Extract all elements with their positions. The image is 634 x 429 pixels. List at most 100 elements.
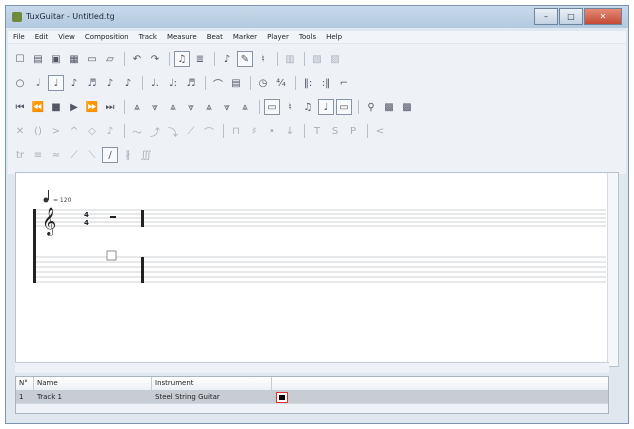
popping-icon[interactable]: S xyxy=(327,123,343,139)
fade-in-icon[interactable]: P xyxy=(345,123,361,139)
score-editor[interactable]: = 120 𝄞 4 4 xyxy=(15,172,619,367)
double-dotted-icon[interactable]: ♩: xyxy=(165,75,181,91)
save-as-icon[interactable]: ▦ xyxy=(66,51,82,67)
eighth-note-icon[interactable]: ♪ xyxy=(66,75,82,91)
menu-player[interactable]: Player xyxy=(262,31,294,43)
mp-icon[interactable]: ⩔ xyxy=(183,99,199,115)
repeat-open-icon[interactable]: ‖: xyxy=(300,75,316,91)
score-view-icon[interactable]: ♫ xyxy=(174,51,190,67)
save-icon[interactable]: ▣ xyxy=(48,51,64,67)
harmonic-icon[interactable]: ◇ xyxy=(84,123,100,139)
transport-icon[interactable]: ▭ xyxy=(264,99,280,115)
p-icon[interactable]: ⩓ xyxy=(165,99,181,115)
menu-marker[interactable]: Marker xyxy=(228,31,262,43)
slide-down-icon[interactable]: ⟍ xyxy=(84,147,100,163)
tuner-icon[interactable]: ▭ xyxy=(336,99,352,115)
pencil-icon[interactable]: ✎ xyxy=(237,51,253,67)
header-instrument[interactable]: Instrument xyxy=(152,377,272,390)
score-horizontal-scrollbar[interactable] xyxy=(15,362,609,373)
tapping-icon[interactable]: ↓ xyxy=(282,123,298,139)
settings-icon[interactable]: ▩ xyxy=(381,99,397,115)
header-name[interactable]: Name xyxy=(34,377,152,390)
staccato-icon[interactable]: • xyxy=(264,123,280,139)
ff-icon[interactable]: ⩓ xyxy=(237,99,253,115)
edit-mode-icon[interactable]: ♪ xyxy=(219,51,235,67)
quarter-note-icon[interactable]: ♩ xyxy=(48,75,64,91)
mf-icon[interactable]: ⩓ xyxy=(201,99,217,115)
accent-icon[interactable]: > xyxy=(48,123,64,139)
whole-note-icon[interactable]: ○ xyxy=(12,75,28,91)
vibrato-icon[interactable]: 〜 xyxy=(129,123,145,139)
maximize-button[interactable]: □ xyxy=(559,8,583,25)
time-signature-icon[interactable]: ⁴⁄₄ xyxy=(273,75,289,91)
menu-beat[interactable]: Beat xyxy=(202,31,228,43)
trill-icon[interactable]: tr xyxy=(12,147,28,163)
track-color-swatch[interactable] xyxy=(276,392,288,403)
heavy-accent-icon[interactable]: ^ xyxy=(66,123,82,139)
palm-mute-icon[interactable]: ♯ xyxy=(246,123,262,139)
score-vertical-scrollbar[interactable] xyxy=(607,173,618,366)
undo-icon[interactable]: ↶ xyxy=(129,51,145,67)
menu-help[interactable]: Help xyxy=(321,31,347,43)
legato-icon[interactable]: / xyxy=(102,147,118,163)
fingering-icon[interactable]: ∦ xyxy=(120,147,136,163)
hammer-icon[interactable]: ⌒ xyxy=(201,123,217,139)
slapping-icon[interactable]: T xyxy=(309,123,325,139)
half-note-icon[interactable]: 𝅗𝅥 xyxy=(30,75,46,91)
close-button[interactable]: ✕ xyxy=(584,8,622,25)
dynamic-icon[interactable]: ▤ xyxy=(228,75,244,91)
alternate-ending-icon[interactable]: ⌐ xyxy=(336,75,352,91)
let-ring-icon[interactable]: ⊓ xyxy=(228,123,244,139)
fretboard-icon[interactable]: ▨ xyxy=(327,51,343,67)
mixer-icon[interactable]: ♩ xyxy=(318,99,334,115)
ghost-note-icon[interactable]: () xyxy=(30,123,46,139)
slide-up-icon[interactable]: ⟋ xyxy=(66,147,82,163)
menu-track[interactable]: Track xyxy=(134,31,162,43)
fade-icon[interactable]: ⩓ xyxy=(129,99,145,115)
tie-icon[interactable]: ⌒ xyxy=(210,75,226,91)
dead-note-icon[interactable]: ✕ xyxy=(12,123,28,139)
menu-view[interactable]: View xyxy=(53,31,80,43)
menu-file[interactable]: File xyxy=(8,31,30,43)
minimize-button[interactable]: – xyxy=(534,8,558,25)
tremolo-picking-icon[interactable]: ≡ xyxy=(30,147,46,163)
prev-icon[interactable]: ⏪ xyxy=(30,99,46,115)
transpose-icon[interactable]: ♮ xyxy=(255,51,271,67)
table-horizontal-scrollbar[interactable] xyxy=(16,403,608,413)
new-icon[interactable]: ☐ xyxy=(12,51,28,67)
redo-icon[interactable]: ↷ xyxy=(147,51,163,67)
tuplet-icon[interactable]: ♬ xyxy=(183,75,199,91)
layout-icon[interactable]: ▥ xyxy=(282,51,298,67)
ruler-icon[interactable]: ▧ xyxy=(309,51,325,67)
next-icon[interactable]: ⏩ xyxy=(84,99,100,115)
menu-tools[interactable]: Tools xyxy=(294,31,321,43)
header-number[interactable]: N° xyxy=(16,377,34,390)
menu-composition[interactable]: Composition xyxy=(80,31,134,43)
first-icon[interactable]: ⏮ xyxy=(12,99,28,115)
slide-icon[interactable]: ⟋ xyxy=(183,123,199,139)
sixtyfourth-note-icon[interactable]: ♪ xyxy=(120,75,136,91)
tab-view-icon[interactable]: ≣ xyxy=(192,51,208,67)
f-icon[interactable]: ⩔ xyxy=(219,99,235,115)
microphone-icon[interactable]: ⚲ xyxy=(363,99,379,115)
repeat-close-icon[interactable]: :‖ xyxy=(318,75,334,91)
print-icon[interactable]: ▭ xyxy=(84,51,100,67)
play-icon[interactable]: ▶ xyxy=(66,99,82,115)
tenuto-icon[interactable]: ∭ xyxy=(138,147,154,163)
thirtysecond-note-icon[interactable]: ♪ xyxy=(102,75,118,91)
sixteenth-note-icon[interactable]: ♬ xyxy=(84,75,100,91)
grace-icon[interactable]: ♪ xyxy=(102,123,118,139)
last-icon[interactable]: ⏭ xyxy=(102,99,118,115)
bend-icon[interactable]: ⤴ xyxy=(147,123,163,139)
metronome-icon[interactable]: ♫ xyxy=(300,99,316,115)
tremolo-icon[interactable]: ≈ xyxy=(48,147,64,163)
tremolo-bar-icon[interactable]: ⤵ xyxy=(165,123,181,139)
print-preview-icon[interactable]: ▱ xyxy=(102,51,118,67)
edit-caret[interactable] xyxy=(106,250,117,261)
title-bar[interactable]: TuxGuitar - Untitled.tg – □ ✕ xyxy=(6,6,628,28)
menu-edit[interactable]: Edit xyxy=(30,31,54,43)
open-icon[interactable]: ▤ xyxy=(30,51,46,67)
crescendo-icon[interactable]: < xyxy=(372,123,388,139)
menu-measure[interactable]: Measure xyxy=(162,31,202,43)
plugin-icon[interactable]: ▩ xyxy=(399,99,415,115)
